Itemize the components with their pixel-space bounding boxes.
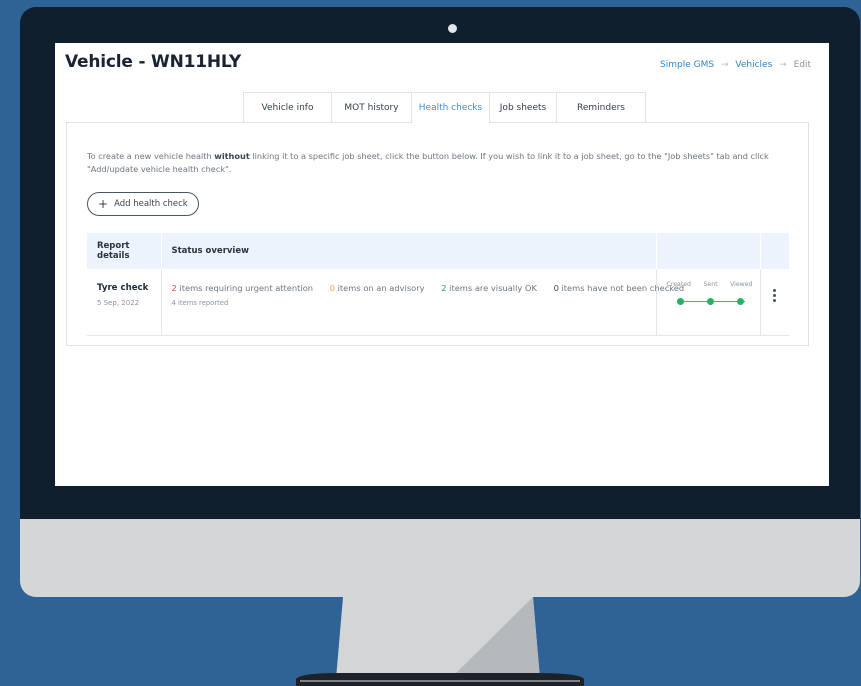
arrow-right-icon: →: [779, 60, 787, 70]
breadcrumb: Simple GMS → Vehicles → Edit: [660, 60, 811, 70]
kebab-menu-icon[interactable]: [771, 289, 780, 302]
monitor-chin: [20, 519, 860, 597]
table-header-row: Report details Status overview: [87, 233, 790, 269]
breadcrumb-link-vehicles[interactable]: Vehicles: [735, 60, 772, 70]
unchecked-label: items have not been checked: [558, 283, 685, 293]
ok-status: 2 items are visually OK: [441, 283, 537, 293]
unchecked-status: 0 items have not been checked: [554, 283, 685, 293]
tab-bar: Vehicle info MOT history Health checks J…: [243, 92, 646, 123]
tab-reminders[interactable]: Reminders: [556, 92, 646, 122]
actions-cell: [760, 269, 789, 336]
table-row[interactable]: Tyre check 5 Sep, 2022 2 items requiring…: [87, 269, 789, 336]
column-header-status-overview: Status overview: [161, 233, 657, 269]
progress-label-created: Created: [666, 281, 692, 288]
arrow-right-icon: →: [720, 60, 729, 70]
ok-label: items are visually OK: [446, 283, 537, 293]
report-details-cell: Tyre check 5 Sep, 2022: [87, 269, 162, 336]
report-date: 5 Sep, 2022: [97, 299, 140, 307]
health-checks-table: Report details Status overview Tyre chec…: [87, 233, 790, 336]
column-header-report-details: Report details: [87, 233, 162, 269]
intro-text-emphasis: without: [214, 151, 250, 161]
plus-icon: +: [98, 197, 109, 211]
breadcrumb-link-simple-gms[interactable]: Simple GMS: [660, 60, 714, 70]
progress-label-viewed: Viewed: [730, 281, 753, 288]
tab-job-sheets[interactable]: Job sheets: [489, 92, 557, 122]
status-summary: 2 items requiring urgent attention 0 ite…: [172, 283, 685, 293]
app-screen: Vehicle - WN11HLY Simple GMS → Vehicles …: [55, 43, 829, 486]
progress-labels: Created Sent Viewed: [667, 281, 753, 288]
progress-cell: Created Sent Viewed: [656, 269, 761, 336]
tab-health-checks[interactable]: Health checks: [411, 92, 490, 123]
progress-tracker: Created Sent Viewed: [667, 281, 753, 311]
advisory-status: 0 items on an advisory: [330, 283, 425, 293]
webcam-icon: [448, 24, 457, 33]
tab-vehicle-info[interactable]: Vehicle info: [243, 92, 332, 122]
add-health-check-label: Add health check: [114, 199, 188, 209]
progress-dot-viewed: [736, 298, 744, 305]
page-title: Vehicle - WN11HLY: [65, 52, 241, 72]
progress-dot-sent: [706, 298, 714, 305]
items-reported: 4 items reported: [171, 299, 229, 307]
status-overview-cell: 2 items requiring urgent attention 0 ite…: [161, 269, 685, 336]
column-header-actions: [760, 233, 790, 269]
monitor-stand: [296, 597, 584, 686]
intro-text-start: To create a new vehicle health: [87, 151, 215, 161]
intro-text: To create a new vehicle health without l…: [87, 150, 799, 176]
health-checks-panel: To create a new vehicle health without l…: [66, 122, 809, 346]
add-health-check-button[interactable]: + Add health check: [87, 192, 199, 216]
report-name[interactable]: Tyre check: [97, 283, 151, 293]
breadcrumb-current: Edit: [793, 60, 811, 70]
progress-dot-created: [676, 298, 684, 305]
advisory-label: items on an advisory: [334, 283, 425, 293]
urgent-label: items requiring urgent attention: [176, 283, 314, 293]
progress-label-sent: Sent: [703, 281, 718, 288]
urgent-status: 2 items requiring urgent attention: [172, 283, 314, 293]
tab-mot-history[interactable]: MOT history: [331, 92, 412, 122]
column-header-progress: [656, 233, 761, 269]
